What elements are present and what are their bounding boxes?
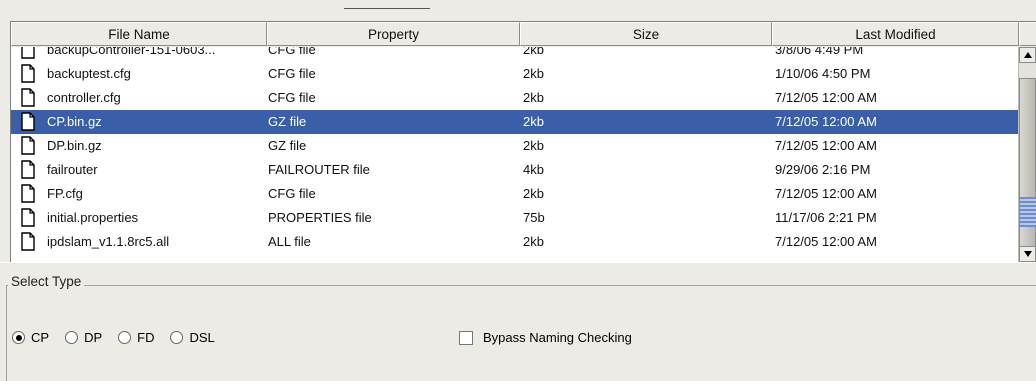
column-size[interactable]: Size: [520, 22, 772, 46]
header-corner: [1019, 22, 1036, 46]
table-row[interactable]: controller.cfg CFG file 2kb 7/12/05 12:00 A…: [11, 86, 1019, 110]
file-icon: [21, 184, 35, 203]
radio-button-icon[interactable]: [170, 331, 184, 344]
cell-size: 75b: [523, 210, 545, 225]
top-divider: [344, 8, 430, 9]
file-icon: [21, 232, 35, 251]
bypass-naming-checkbox[interactable]: Bypass Naming Checking: [459, 330, 632, 345]
cell-size: 4kb: [523, 162, 544, 177]
radio-button-icon[interactable]: [12, 331, 25, 344]
checkbox-box[interactable]: [459, 330, 473, 345]
cell-modified: 3/8/06 4:49 PM: [775, 47, 864, 57]
cell-size: 2kb: [523, 138, 544, 153]
radio-dp[interactable]: DP: [65, 330, 102, 345]
cell-name: DP.bin.gz: [47, 138, 102, 153]
cell-modified: 7/12/05 12:00 AM: [775, 114, 877, 129]
vertical-scrollbar[interactable]: [1018, 47, 1036, 263]
cell-size: 2kb: [523, 90, 544, 105]
radio-button-icon[interactable]: [65, 331, 79, 344]
top-strip: [0, 0, 1036, 20]
bypass-label: Bypass Naming Checking: [483, 330, 632, 345]
cell-name: FP.cfg: [47, 186, 83, 201]
type-radio-group: CP DP FD DSL: [12, 330, 231, 345]
cell-name: backuptest.cfg: [47, 66, 131, 81]
table-header: File Name Property Size Last Modified: [11, 22, 1036, 47]
separator: [0, 262, 1036, 263]
cell-size: 2kb: [523, 114, 544, 129]
cell-modified: 7/12/05 12:00 AM: [775, 138, 877, 153]
file-icon: [21, 64, 35, 83]
file-icon: [21, 112, 35, 131]
cell-property: FAILROUTER file: [268, 162, 370, 177]
cell-name: CP.bin.gz: [47, 114, 102, 129]
radio-fd[interactable]: FD: [118, 330, 154, 345]
cell-property: GZ file: [268, 138, 307, 153]
arrow-up-icon[interactable]: [1019, 47, 1036, 63]
cell-modified: 7/12/05 12:00 AM: [775, 186, 877, 201]
table-row[interactable]: FP.cfg CFG file 2kb 7/12/05 12:00 AM: [11, 182, 1019, 206]
cell-size: 2kb: [523, 186, 544, 201]
cell-property: ALL file: [268, 234, 311, 249]
cell-name: failrouter: [47, 162, 98, 177]
table-row[interactable]: ipdslam_v1.1.8rc5.all ALL file 2kb 7/12/05 …: [11, 230, 1019, 254]
scrollbar-grip: [1020, 197, 1036, 227]
file-icon: [21, 160, 35, 179]
cell-property: PROPERTIES file: [268, 210, 372, 225]
table-row[interactable]: DP.bin.gz GZ file 2kb 7/12/05 12:00 AM: [11, 134, 1019, 158]
column-last-modified[interactable]: Last Modified: [772, 22, 1019, 46]
cell-property: CFG file: [268, 186, 316, 201]
radio-dsl[interactable]: DSL: [170, 330, 215, 345]
cell-modified: 9/29/06 2:16 PM: [775, 162, 871, 177]
cell-size: 2kb: [523, 66, 544, 81]
cell-property: CFG file: [268, 66, 316, 81]
table-body: backupController-151-0603... CFG file 2kb 3…: [11, 47, 1019, 263]
file-icon: [21, 208, 35, 227]
file-icon: [21, 88, 35, 107]
table-row[interactable]: CP.bin.gz GZ file 2kb 7/12/05 12:00 AM: [11, 110, 1019, 134]
cell-property: CFG file: [268, 47, 316, 57]
column-property[interactable]: Property: [267, 22, 520, 46]
cell-property: GZ file: [268, 114, 307, 129]
column-file-name[interactable]: File Name: [11, 22, 267, 46]
file-icon: [21, 47, 35, 59]
radio-label: CP: [31, 330, 50, 345]
cell-modified: 11/17/06 2:21 PM: [775, 210, 877, 225]
radio-label: DP: [84, 330, 103, 345]
cell-name: controller.cfg: [47, 90, 121, 105]
select-type-title: Select Type: [8, 274, 85, 289]
cell-property: CFG file: [268, 90, 316, 105]
table-row[interactable]: backuptest.cfg CFG file 2kb 1/10/06 4:50 PM: [11, 62, 1019, 86]
arrow-down-icon[interactable]: [1019, 246, 1036, 262]
table-row[interactable]: backupController-151-0603... CFG file 2kb 3…: [11, 47, 1019, 62]
table-row[interactable]: initial.properties PROPERTIES file 75b 11/1…: [11, 206, 1019, 230]
file-table: File Name Property Size Last Modified ba…: [10, 21, 1036, 263]
cell-size: 2kb: [523, 47, 544, 57]
cell-name: initial.properties: [47, 210, 139, 225]
cell-modified: 1/10/06 4:50 PM: [775, 66, 871, 81]
file-icon: [21, 136, 35, 155]
cell-modified: 7/12/05 12:00 AM: [775, 90, 877, 105]
radio-cp[interactable]: CP: [12, 330, 49, 345]
radio-label: DSL: [189, 330, 215, 345]
radio-label: FD: [137, 330, 155, 345]
cell-name: ipdslam_v1.1.8rc5.all: [47, 234, 170, 249]
table-row[interactable]: failrouter FAILROUTER file 4kb 9/29/06 2:16…: [11, 158, 1019, 182]
cell-size: 2kb: [523, 234, 544, 249]
cell-name: backupController-151-0603...: [47, 47, 216, 57]
cell-modified: 7/12/05 12:00 AM: [775, 234, 877, 249]
scrollbar-thumb[interactable]: [1019, 78, 1036, 260]
radio-button-icon[interactable]: [118, 331, 132, 344]
